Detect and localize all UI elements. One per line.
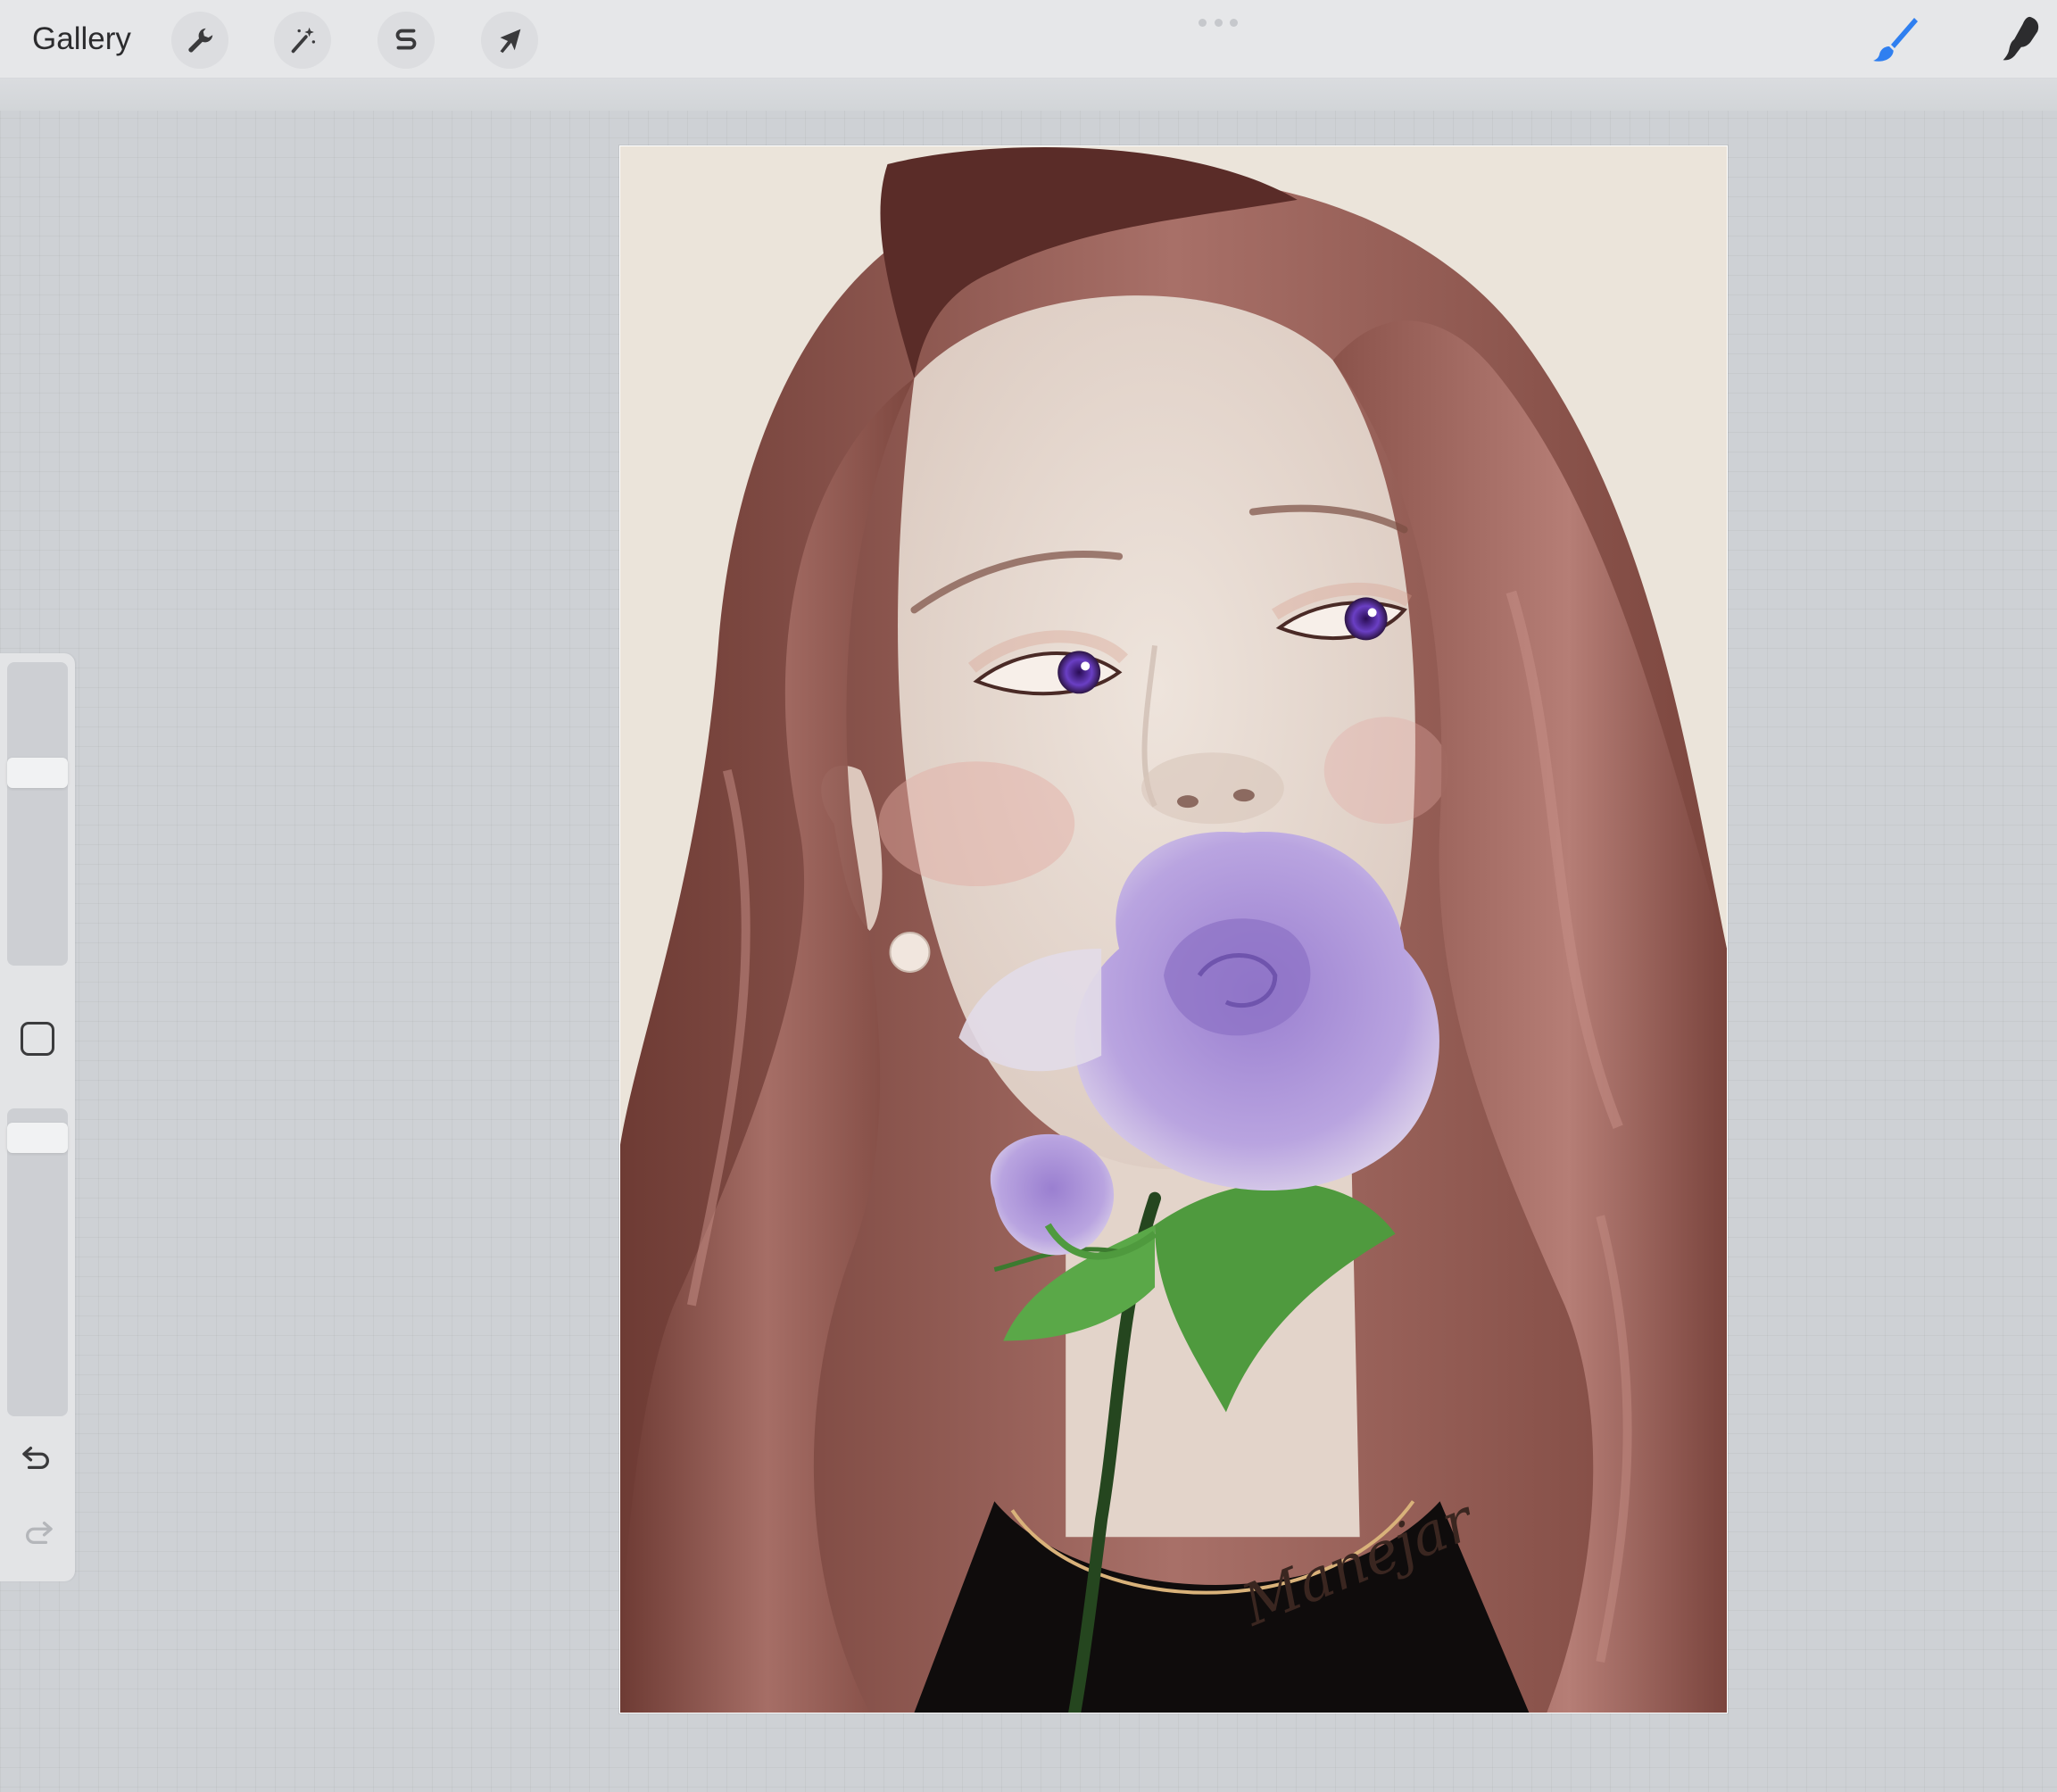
brush-size-thumb[interactable] bbox=[7, 758, 68, 788]
smudge-finger-icon bbox=[2003, 16, 2039, 61]
top-toolbar: Gallery bbox=[0, 0, 2057, 79]
brush-size-slider[interactable] bbox=[7, 662, 68, 966]
opacity-slider[interactable] bbox=[7, 1108, 68, 1416]
redo-button[interactable] bbox=[18, 1515, 57, 1551]
undo-icon bbox=[22, 1447, 49, 1470]
artwork: Manejar bbox=[620, 146, 1727, 1713]
opacity-thumb[interactable] bbox=[7, 1123, 68, 1153]
paintbrush-icon bbox=[1873, 18, 1918, 62]
arrow-cursor-icon bbox=[500, 29, 521, 54]
modify-button[interactable] bbox=[21, 1022, 54, 1056]
wrench-icon bbox=[188, 28, 213, 53]
toolbar-shadow bbox=[0, 79, 2057, 111]
transform-button[interactable] bbox=[481, 12, 538, 69]
selection-s-icon bbox=[395, 29, 417, 50]
brush-tool-button[interactable] bbox=[1863, 11, 1926, 68]
adjustments-button[interactable] bbox=[274, 12, 331, 69]
redo-icon bbox=[26, 1522, 53, 1545]
magic-wand-icon bbox=[291, 27, 316, 54]
selection-button[interactable] bbox=[377, 12, 435, 69]
smudge-tool-button[interactable] bbox=[1986, 11, 2049, 68]
undo-button[interactable] bbox=[18, 1440, 57, 1476]
actions-button[interactable] bbox=[171, 12, 228, 69]
drawing-canvas[interactable]: Manejar bbox=[619, 145, 1728, 1713]
gallery-button[interactable]: Gallery bbox=[32, 18, 131, 61]
left-sidebar bbox=[0, 653, 75, 1581]
grabber-handle[interactable] bbox=[1199, 18, 1238, 27]
